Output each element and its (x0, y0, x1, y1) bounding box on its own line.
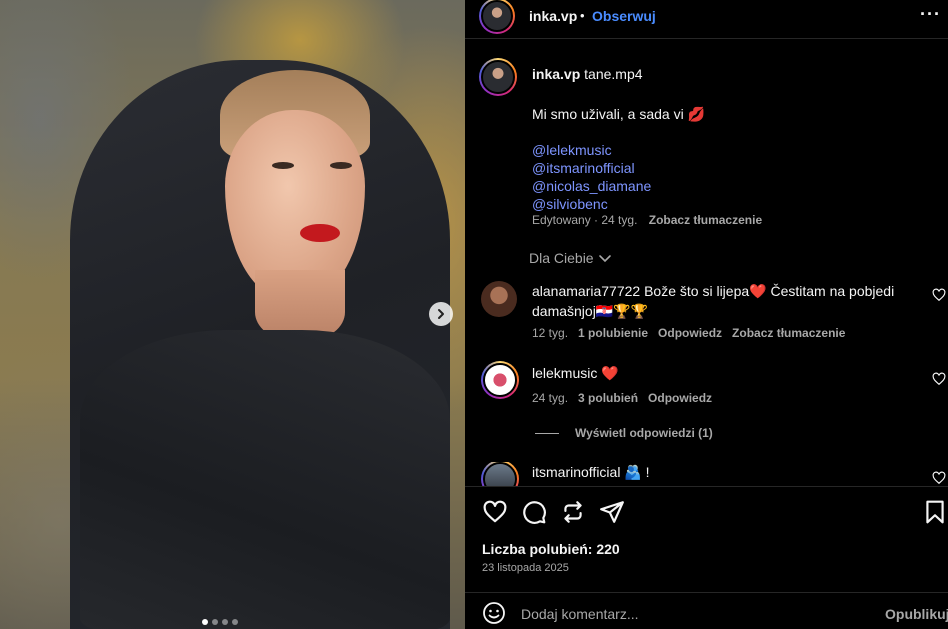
post-button[interactable]: Opublikuj (885, 606, 948, 622)
comment-text: lelekmusic ❤️ (532, 363, 912, 383)
comment-meta: 24 tyg. 3 polubień Odpowiedz (532, 391, 712, 405)
sort-label: Dla Ciebie (529, 250, 594, 266)
comment-username[interactable]: itsmarinofficial (532, 464, 620, 480)
caption-age: 24 tyg. (601, 213, 638, 227)
avatar[interactable] (479, 58, 517, 96)
carousel-dot (232, 619, 238, 625)
post-image[interactable] (0, 0, 465, 629)
heart-icon[interactable] (482, 499, 508, 525)
caption-username[interactable]: inka.vp (532, 66, 580, 82)
avatar[interactable] (479, 0, 515, 34)
divider (465, 486, 948, 487)
heart-icon[interactable] (932, 471, 946, 485)
avatar[interactable] (481, 462, 519, 486)
comment-icon[interactable] (521, 499, 547, 525)
scarf-shape (80, 330, 450, 629)
likes-count[interactable]: Liczba polubień: 220 (482, 541, 620, 557)
sort-dropdown[interactable]: Dla Ciebie (529, 250, 612, 266)
caption-title: tane.mp4 (584, 66, 643, 82)
carousel-dot (212, 619, 218, 625)
carousel-dot (202, 619, 208, 625)
caption-body: Mi smo uživali, a sada vi (532, 106, 684, 122)
comment-text: alanamaria77722 Bože što si lijepa❤️ Čes… (532, 281, 912, 321)
mention-link[interactable]: @lelekmusic (532, 141, 932, 159)
repost-icon[interactable] (560, 499, 586, 525)
comment-likes[interactable]: 1 polubienie (578, 326, 648, 340)
eye-shape (272, 162, 294, 169)
add-comment-bar: Dodaj komentarz... Opublikuj (465, 593, 948, 629)
next-image-button[interactable] (429, 302, 453, 326)
separator-dot: • (580, 8, 585, 23)
post-date: 23 listopada 2025 (482, 562, 569, 574)
divider (465, 38, 948, 39)
share-icon[interactable] (599, 499, 625, 525)
heart-icon[interactable] (932, 288, 946, 302)
carousel-dot (222, 619, 228, 625)
view-replies-label: Wyświetl odpowiedzi (1) (575, 426, 713, 440)
view-replies-button[interactable]: Wyświetl odpowiedzi (1) (535, 426, 713, 440)
post-header: inka.vp • Obserwuj ··· (465, 0, 948, 36)
action-bar (482, 499, 948, 525)
heart-icon[interactable] (932, 372, 946, 386)
comment-text: itsmarinofficial 🫂 ! (532, 462, 912, 482)
comment-input[interactable]: Dodaj komentarz... (521, 606, 639, 622)
avatar[interactable] (481, 281, 517, 317)
replies-line (535, 432, 559, 434)
translate-link[interactable]: Zobacz tłumaczenie (649, 213, 762, 227)
carousel-dots (202, 619, 238, 625)
comment-username[interactable]: alanamaria77722 (532, 283, 640, 299)
smiley-icon[interactable] (482, 601, 506, 625)
eye-shape (330, 162, 352, 169)
comment-likes[interactable]: 3 polubień (578, 391, 638, 405)
mention-link[interactable]: @itsmarinofficial (532, 159, 932, 177)
comment-age: 24 tyg. (532, 391, 569, 405)
comment-age: 12 tyg. (532, 326, 569, 340)
post-panel: inka.vp • Obserwuj ··· inka.vp tane.mp4 … (465, 0, 948, 629)
bookmark-icon[interactable] (922, 499, 948, 525)
reply-button[interactable]: Odpowiedz (658, 326, 722, 340)
header-username[interactable]: inka.vp (529, 8, 577, 24)
comment-username[interactable]: lelekmusic (532, 365, 597, 381)
caption-text: inka.vp tane.mp4 Mi smo uživali, a sada … (532, 65, 932, 213)
chevron-down-icon (598, 255, 611, 263)
mention-link[interactable]: @nicolas_diamane (532, 177, 932, 195)
kiss-emoji: 💋 (687, 106, 706, 122)
follow-button[interactable]: Obserwuj (592, 8, 656, 24)
caption-meta: Edytowany · 24 tyg. Zobacz tłumaczenie (532, 213, 763, 227)
mention-link[interactable]: @silviobenc (532, 195, 932, 213)
translate-link[interactable]: Zobacz tłumaczenie (732, 326, 845, 340)
comment-body: ❤️ (601, 365, 619, 381)
comment-body: 🫂 ! (624, 464, 650, 480)
comment-item: itsmarinofficial 🫂 ! (465, 462, 948, 486)
avatar[interactable] (481, 361, 519, 399)
comment-meta: 12 tyg. 1 polubienie Odpowiedz Zobacz tł… (532, 326, 845, 340)
chevron-right-icon (438, 309, 444, 319)
edited-label: Edytowany (532, 213, 591, 227)
reply-button[interactable]: Odpowiedz (648, 391, 712, 405)
mentions: @lelekmusic @itsmarinofficial @nicolas_d… (532, 141, 932, 213)
lips-shape (300, 224, 340, 242)
more-icon[interactable]: ··· (920, 4, 941, 25)
